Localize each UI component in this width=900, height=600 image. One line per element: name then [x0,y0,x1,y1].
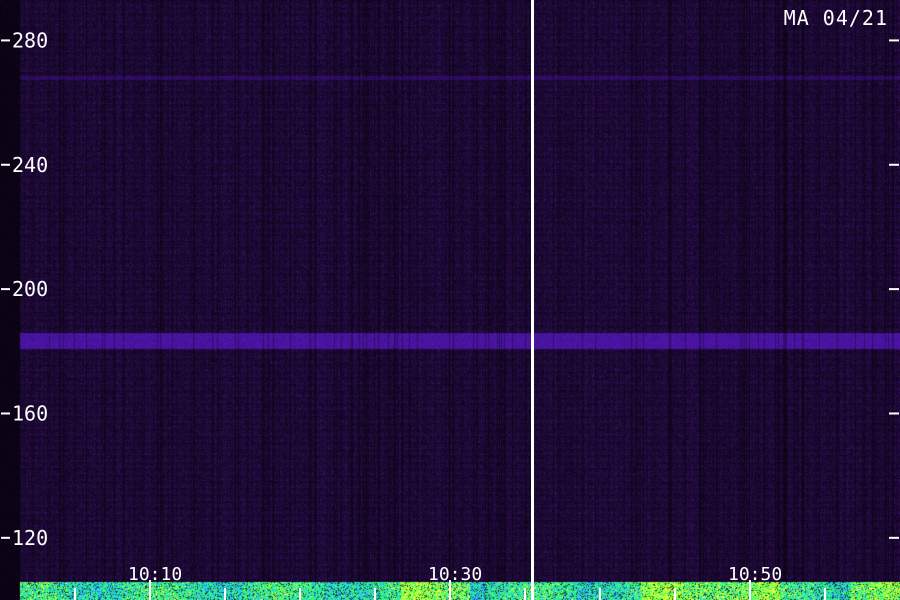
x-tick-label-1: 10:30 [428,564,482,585]
y-tick-label-120: 120 [12,526,48,550]
x-tick-label-2: 10:50 [728,564,782,585]
spectrogram-view: 120 160 200 240 280 10:10 10:30 10:50 MA 04/21 [0,0,900,600]
spectrogram-overlay: 120 160 200 240 280 10:10 10:30 10:50 [1,0,899,600]
x-tick-label-0: 10:10 [128,564,182,585]
station-date-label: MA 04/21 [783,6,888,30]
y-tick-label-200: 200 [12,277,48,301]
y-tick-label-160: 160 [12,401,48,425]
y-tick-label-280: 280 [12,28,48,52]
y-tick-label-240: 240 [12,153,48,177]
